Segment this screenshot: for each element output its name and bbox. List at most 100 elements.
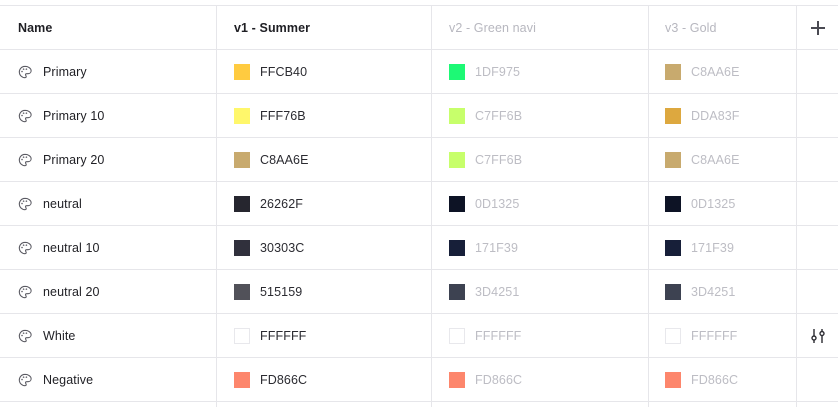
token-name: neutral — [43, 196, 82, 211]
v1-value-cell[interactable]: FD866C — [217, 358, 432, 401]
table-row[interactable]: neutral 10 30303C 171F39 171F39 — [0, 225, 838, 269]
table-row[interactable]: neutral 20 515159 3D4251 3D4251 — [0, 269, 838, 313]
table-row[interactable]: Primary 10 FFF76B C7FF6B DDA83F — [0, 93, 838, 137]
v3-value-cell[interactable]: C8AA6E — [649, 138, 797, 181]
color-swatch[interactable] — [449, 63, 465, 80]
token-name-cell[interactable]: Primary — [0, 50, 217, 93]
color-swatch[interactable] — [449, 151, 465, 168]
token-name-cell[interactable]: Negative — [0, 358, 217, 401]
color-swatch[interactable] — [234, 151, 250, 168]
token-name-cell[interactable]: neutral 20 — [0, 270, 217, 313]
table-row[interactable]: Primary 20 C8AA6E C7FF6B C8AA6E — [0, 137, 838, 181]
v2-value-cell[interactable]: 0D1325 — [432, 182, 649, 225]
hex-value: 0D1325 — [475, 196, 520, 211]
column-header-v1[interactable]: v1 - Summer — [217, 6, 432, 49]
color-swatch[interactable] — [234, 239, 250, 256]
v3-value-cell[interactable]: 0D1325 — [649, 182, 797, 225]
color-swatch[interactable] — [234, 283, 250, 300]
v1-value-cell[interactable]: 26262F — [217, 182, 432, 225]
hex-value: 0D1325 — [691, 196, 736, 211]
palette-icon — [18, 373, 32, 387]
color-swatch[interactable] — [234, 371, 250, 388]
table-row[interactable]: neutral 26262F 0D1325 0D1325 — [0, 181, 838, 225]
table-row[interactable]: White FFFFFF FFFFFF FFFFFF — [0, 313, 838, 357]
table-header-row: Name v1 - Summer v2 - Green navi v3 - Go… — [0, 5, 838, 49]
palette-icon — [18, 285, 32, 299]
v1-value-cell[interactable]: FFCB40 — [217, 50, 432, 93]
row-action-cell — [797, 182, 838, 225]
table-row[interactable]: Negative FD866C FD866C FD866C — [0, 357, 838, 401]
color-swatch[interactable] — [665, 283, 681, 300]
palette-icon — [18, 241, 32, 255]
hex-value: 171F39 — [475, 240, 518, 255]
v1-value-cell[interactable]: FFFFFF — [217, 314, 432, 357]
v1-value-cell[interactable]: FFF76B — [217, 94, 432, 137]
color-swatch[interactable] — [665, 371, 681, 388]
v1-value-cell[interactable]: 30303C — [217, 226, 432, 269]
hex-value: FD866C — [260, 372, 308, 387]
row-action-cell — [797, 226, 838, 269]
color-swatch[interactable] — [665, 327, 681, 344]
palette-icon — [18, 65, 32, 79]
color-swatch[interactable] — [665, 151, 681, 168]
color-swatch[interactable] — [449, 107, 465, 124]
v3-value-cell[interactable]: 3D4251 — [649, 270, 797, 313]
column-header-v3[interactable]: v3 - Gold — [649, 6, 797, 49]
token-name: neutral 20 — [43, 284, 100, 299]
v2-value-cell[interactable]: C7FF6B — [432, 94, 649, 137]
color-swatch[interactable] — [234, 63, 250, 80]
row-action-cell — [797, 138, 838, 181]
hex-value: FFFFFF — [691, 328, 738, 343]
add-column-button[interactable] — [797, 6, 838, 49]
color-swatch[interactable] — [449, 371, 465, 388]
v3-value-cell[interactable]: FFFFFF — [649, 314, 797, 357]
token-name-cell[interactable]: White — [0, 314, 217, 357]
v2-value-cell[interactable]: FFFFFF — [432, 314, 649, 357]
table-row[interactable]: Primary FFCB40 1DF975 C8AA6E — [0, 49, 838, 93]
v2-value-cell[interactable]: 3D4251 — [432, 270, 649, 313]
token-name-cell[interactable]: neutral 10 — [0, 226, 217, 269]
hex-value: FFCB40 — [260, 64, 308, 79]
hex-value: FD866C — [475, 372, 523, 387]
column-header-v2[interactable]: v2 - Green navi — [432, 6, 649, 49]
token-name: Primary — [43, 64, 87, 79]
v3-value-cell[interactable]: DDA83F — [649, 94, 797, 137]
color-swatch[interactable] — [449, 239, 465, 256]
hex-value: 515159 — [260, 284, 303, 299]
row-action-cell — [797, 270, 838, 313]
color-swatch[interactable] — [665, 195, 681, 212]
hex-value: 26262F — [260, 196, 303, 211]
hex-value: C8AA6E — [691, 64, 740, 79]
color-swatch[interactable] — [234, 107, 250, 124]
color-swatch[interactable] — [234, 195, 250, 212]
v1-value-cell[interactable]: C8AA6E — [217, 138, 432, 181]
color-swatch[interactable] — [665, 63, 681, 80]
color-swatch[interactable] — [449, 327, 465, 344]
v2-value-cell[interactable]: 171F39 — [432, 226, 649, 269]
color-swatch[interactable] — [449, 283, 465, 300]
color-swatch[interactable] — [665, 107, 681, 124]
v3-value-cell[interactable]: C8AA6E — [649, 50, 797, 93]
hex-value: C7FF6B — [475, 108, 523, 123]
hex-value: FFFFFF — [260, 328, 307, 343]
column-header-name[interactable]: Name — [0, 6, 217, 49]
v2-value-cell[interactable]: C7FF6B — [432, 138, 649, 181]
palette-icon — [18, 329, 32, 343]
hex-value: C7FF6B — [475, 152, 523, 167]
sliders-icon[interactable] — [810, 328, 826, 344]
hex-value: 1DF975 — [475, 64, 521, 79]
v2-value-cell[interactable]: FD866C — [432, 358, 649, 401]
v3-value-cell[interactable]: 171F39 — [649, 226, 797, 269]
token-name-cell[interactable]: Primary 20 — [0, 138, 217, 181]
color-swatch[interactable] — [665, 239, 681, 256]
v2-value-cell[interactable]: 1DF975 — [432, 50, 649, 93]
color-swatch[interactable] — [234, 327, 250, 344]
token-name-cell[interactable]: Primary 10 — [0, 94, 217, 137]
hex-value: FFFFFF — [475, 328, 522, 343]
row-action-cell — [797, 50, 838, 93]
row-action-cell — [797, 314, 838, 357]
v3-value-cell[interactable]: FD866C — [649, 358, 797, 401]
token-name-cell[interactable]: neutral — [0, 182, 217, 225]
v1-value-cell[interactable]: 515159 — [217, 270, 432, 313]
color-swatch[interactable] — [449, 195, 465, 212]
